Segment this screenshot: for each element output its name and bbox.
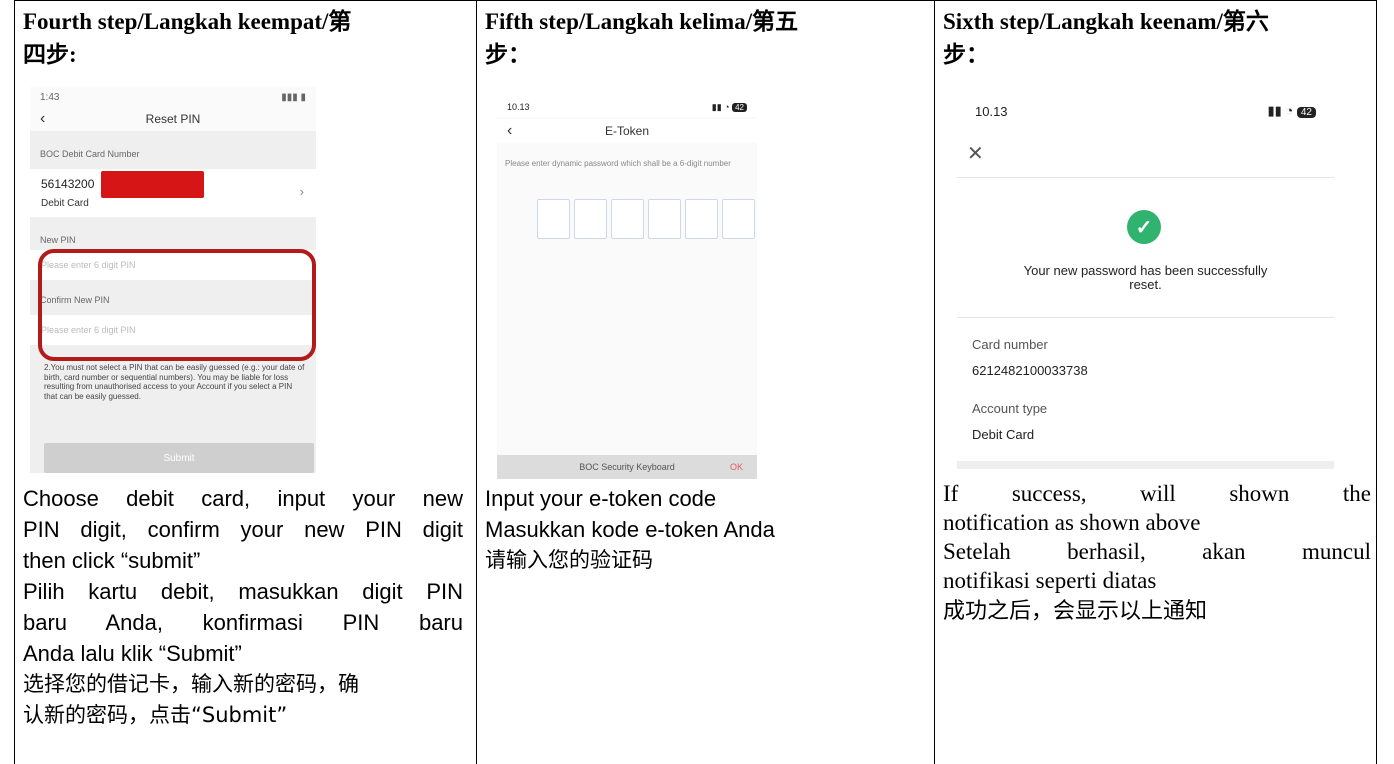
caption-line: Choose debit card, input your new [23,486,463,511]
account-type-value: Debit Card [972,427,1035,442]
step-six-cell: Sixth step/Langkah keenam/第六 步： 10.13 ▮▮… [934,1,1376,764]
caption-line: Masukkan kode e-token Anda [485,517,775,542]
caption-line: PIN digit, confirm your new PIN digit [23,517,463,542]
keyboard-label: BOC Security Keyboard [579,462,675,472]
close-icon[interactable]: ✕ [967,141,984,166]
step-five-heading: Fifth step/Langkah kelima/第五 步： [485,5,925,71]
divider [957,317,1334,318]
heading-line: Fourth step/Langkah keempat/第 [23,9,352,34]
divider [957,177,1334,178]
card-number-label: Card number [972,337,1048,352]
success-message: Your new password has been successfully … [957,264,1334,292]
caption-line: Setelah berhasil, akan muncul [943,539,1371,564]
battery-level: 42 [1296,107,1316,118]
new-pin-label: New PIN [40,235,76,245]
step-four-heading: Fourth step/Langkah keempat/第 四步: [23,5,463,71]
back-arrow-icon[interactable]: ‹ [40,110,45,128]
heading-line: 步： [485,42,531,67]
status-time: 10.13 [975,103,1008,119]
submit-button[interactable]: Submit [44,443,314,473]
status-bar: 10.13 ▮▮ ◔ 42 [957,97,1334,125]
caption-line: then click “submit” [23,548,201,573]
etoken-screenshot: 10.13 ▮▮ ◔ 42 ‹ E-Token Please enter dyn… [497,97,757,479]
redaction-box [101,171,204,198]
screen-title: Reset PIN [145,112,201,126]
caption-line: Pilih kartu debit, masukkan digit PIN [23,579,463,604]
otp-boxes [537,199,755,239]
heading-line: Sixth step/Langkah keenam/第六 [943,9,1269,34]
screen-title: E-Token [604,124,650,138]
message-line: reset. [1129,277,1162,292]
chevron-right-icon: › [299,184,304,199]
otp-digit-box[interactable] [574,199,607,239]
otp-digit-box[interactable] [648,199,681,239]
step-four-cell: Fourth step/Langkah keempat/第 四步: 1:43 ▮… [15,1,473,764]
step-six-caption: If success, will shown the notification … [943,479,1371,629]
ok-button[interactable]: OK [730,462,743,472]
status-time: 10.13 [507,102,530,112]
heading-line: 步： [943,42,989,67]
steps-table: Fourth step/Langkah keempat/第 四步: 1:43 ▮… [14,0,1377,764]
pin-notes: 2.You must not select a PIN that can be … [44,363,305,401]
card-number: 56143200 [41,177,95,191]
back-arrow-icon[interactable]: ‹ [507,122,512,140]
step-four-caption: Choose debit card, input your new PIN di… [23,483,463,731]
message-line: Your new password has been successfully [1023,263,1268,278]
card-section-label: BOC Debit Card Number [40,149,140,159]
status-bar: 10.13 ▮▮ ◔ 42 [497,97,757,117]
success-screenshot: 10.13 ▮▮ ◔ 42 ✕ ✓ Your new password has … [957,97,1334,469]
card-type: Debit Card [41,198,89,209]
heading-line: Fifth step/Langkah kelima/第五 [485,9,799,34]
reset-pin-screenshot: 1:43 ▮▮▮ ▮ ‹ Reset PIN BOC Debit Card Nu… [30,87,316,473]
caption-line: 认新的密码，点击“Submit” [23,703,288,727]
success-check-icon: ✓ [1127,210,1161,244]
step-six-heading: Sixth step/Langkah keenam/第六 步： [943,5,1373,71]
status-bar: 1:43 ▮▮▮ ▮ [30,87,316,107]
caption-line: Input your e-token code [485,486,717,511]
caption-line: 成功之后，会显示以上通知 [943,599,1208,624]
otp-digit-box[interactable] [611,199,644,239]
highlight-ring [38,249,316,361]
otp-digit-box[interactable] [537,199,570,239]
nav-bar: ‹ E-Token [497,119,757,143]
caption-line: If success, will shown the [943,481,1371,506]
card-select-row[interactable]: 56143200 Debit Card › [30,169,316,217]
signal-icon: ▮▮▮ ▮ [281,91,306,103]
step-five-caption: Input your e-token code Masukkan kode e-… [485,483,925,576]
nav-bar: ‹ Reset PIN [30,107,316,131]
otp-digit-box[interactable] [722,199,755,239]
otp-digit-box[interactable] [685,199,718,239]
account-type-label: Account type [972,401,1048,416]
caption-line: baru Anda, konfirmasi PIN baru [23,610,463,635]
battery-icon: ▮▮ ◔ 42 [712,102,747,113]
security-keyboard-bar: BOC Security Keyboard OK [497,455,757,479]
heading-line: 四步: [23,42,77,67]
status-time: 1:43 [40,91,60,103]
caption-line: 选择您的借记卡，输入新的密码，确 [23,672,359,696]
step-five-cell: Fifth step/Langkah kelima/第五 步： 10.13 ▮▮… [476,1,933,764]
caption-line: Anda lalu klik “Submit” [23,641,242,666]
etoken-hint: Please enter dynamic password which shal… [505,159,731,168]
caption-line: 请输入您的验证码 [485,548,653,572]
footer-bar [957,461,1334,469]
card-number-value: 6212482100033738 [972,363,1088,378]
caption-line: notifikasi seperti diatas [943,568,1157,593]
battery-level: 42 [732,102,747,112]
caption-line: notification as shown above [943,510,1201,535]
battery-icon: ▮▮ ◔ 42 [1267,103,1316,119]
